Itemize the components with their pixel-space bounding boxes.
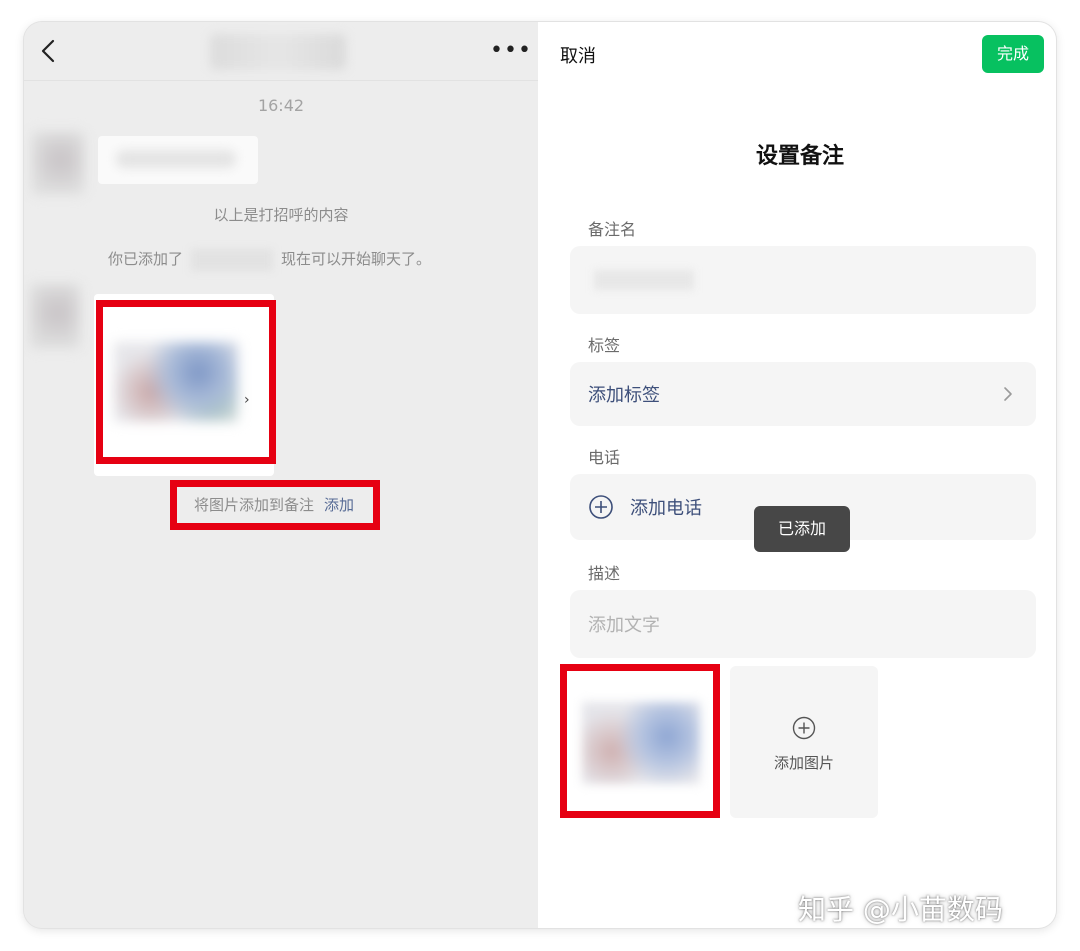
added-toast: 已添加 xyxy=(754,506,850,552)
contact-avatar[interactable] xyxy=(32,132,84,194)
chat-pane: ••• 16:42 以上是打招呼的内容 你已添加了 现在可以开始聊天了。 › 将图… xyxy=(24,22,538,928)
phone-label: 电话 xyxy=(588,448,621,467)
back-arrow-icon[interactable] xyxy=(34,36,64,66)
highlight-frame-thumbnail xyxy=(560,664,720,818)
remark-settings-pane: 取消 完成 设置备注 备注名 标签 添加标签 电话 添加电话 已添加 描述 添加… xyxy=(538,22,1056,928)
chat-nav-bar: ••• xyxy=(24,22,538,81)
add-tag-text: 添加标签 xyxy=(588,385,660,406)
add-circle-icon xyxy=(589,495,613,519)
message-timestamp: 16:42 xyxy=(257,96,305,115)
greeting-message-bubble[interactable] xyxy=(98,136,258,184)
cancel-button[interactable]: 取消 xyxy=(560,42,596,68)
add-circle-icon xyxy=(792,716,816,740)
highlight-frame-hint xyxy=(170,480,380,530)
watermark: 知乎 @小苗数码 xyxy=(798,893,1003,926)
friend-added-suffix: 现在可以开始聊天了。 xyxy=(281,250,432,268)
greeting-system-notice: 以上是打招呼的内容 xyxy=(213,206,349,224)
contact-avatar[interactable] xyxy=(30,284,80,348)
friend-added-prefix: 你已添加了 xyxy=(108,250,184,268)
description-input[interactable]: 添加文字 xyxy=(570,590,1036,658)
remark-name-input[interactable] xyxy=(570,246,1036,314)
chevron-right-icon xyxy=(1004,387,1012,401)
add-photo-label: 添加图片 xyxy=(773,754,834,772)
done-button[interactable]: 完成 xyxy=(982,35,1044,73)
tablet-screen: ••• 16:42 以上是打招呼的内容 你已添加了 现在可以开始聊天了。 › 将图… xyxy=(24,22,1056,928)
add-phone-text: 添加电话 xyxy=(630,498,702,519)
add-photo-button[interactable]: 添加图片 xyxy=(730,666,878,818)
contact-name-blurred xyxy=(191,248,274,271)
description-label: 描述 xyxy=(588,564,621,583)
friend-added-notice: 你已添加了 现在可以开始聊天了。 xyxy=(108,248,431,271)
remark-name-label: 备注名 xyxy=(588,220,637,239)
description-placeholder: 添加文字 xyxy=(588,615,660,636)
chat-title-blurred xyxy=(210,34,346,70)
add-tag-row[interactable]: 添加标签 xyxy=(570,362,1036,426)
tags-label: 标签 xyxy=(588,336,621,355)
page-title: 设置备注 xyxy=(755,144,844,169)
remark-name-value-blurred xyxy=(594,270,694,290)
highlight-frame-image xyxy=(96,300,276,464)
more-options-icon[interactable]: ••• xyxy=(490,40,532,62)
